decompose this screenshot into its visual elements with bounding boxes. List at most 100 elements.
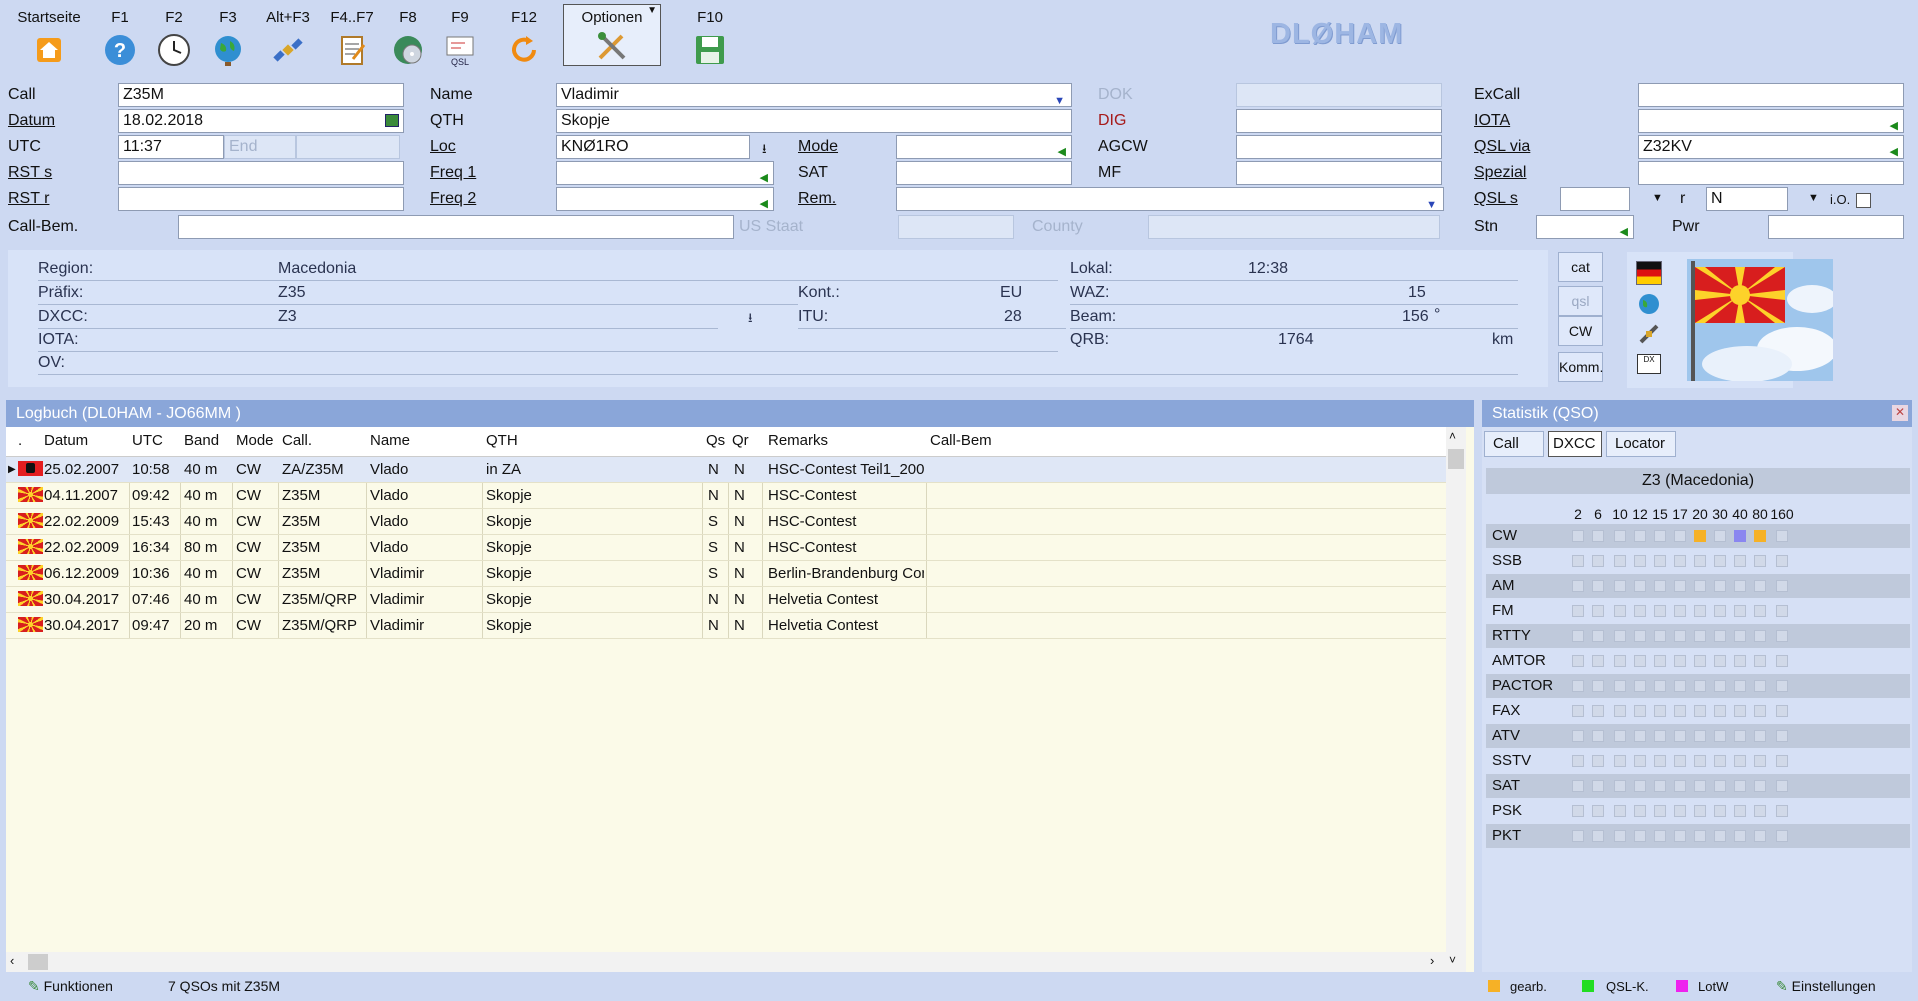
col-header-utc[interactable]: UTC: [132, 427, 163, 455]
band-status-cell[interactable]: [1754, 805, 1766, 817]
dx-cluster-icon[interactable]: DX: [1637, 354, 1661, 374]
band-status-cell[interactable]: [1654, 605, 1666, 617]
scroll-down-icon[interactable]: ˅: [1449, 953, 1456, 967]
toolbar-f4f7-button[interactable]: F4..F7: [326, 0, 378, 72]
band-status-cell[interactable]: [1694, 605, 1706, 617]
band-status-cell[interactable]: [1694, 755, 1706, 767]
funktionen-button[interactable]: ✎ Funktionen: [28, 973, 113, 999]
band-status-cell[interactable]: [1694, 630, 1706, 642]
band-status-cell[interactable]: [1592, 830, 1604, 842]
band-status-cell[interactable]: [1674, 830, 1686, 842]
band-status-cell[interactable]: [1592, 730, 1604, 742]
band-status-cell[interactable]: [1734, 655, 1746, 667]
band-status-cell[interactable]: [1714, 580, 1726, 592]
band-status-cell[interactable]: [1572, 705, 1584, 717]
band-status-cell[interactable]: [1634, 705, 1646, 717]
tab-locator[interactable]: Locator: [1606, 431, 1676, 457]
band-status-cell[interactable]: [1734, 730, 1746, 742]
band-status-cell[interactable]: [1614, 730, 1626, 742]
col-header-qr[interactable]: Qr: [732, 427, 749, 455]
band-status-cell[interactable]: [1734, 705, 1746, 717]
band-status-cell[interactable]: [1776, 555, 1788, 567]
band-status-cell[interactable]: [1572, 805, 1584, 817]
stn-field[interactable]: ◀: [1536, 215, 1634, 239]
band-status-cell[interactable]: [1776, 530, 1788, 542]
band-status-cell[interactable]: [1776, 605, 1788, 617]
band-status-cell[interactable]: [1634, 630, 1646, 642]
band-status-cell[interactable]: [1734, 580, 1746, 592]
band-status-cell[interactable]: [1754, 605, 1766, 617]
col-header-band[interactable]: Band: [184, 427, 219, 455]
band-status-cell[interactable]: [1776, 580, 1788, 592]
german-flag-icon[interactable]: [1636, 261, 1662, 285]
band-status-cell[interactable]: [1654, 755, 1666, 767]
band-status-cell[interactable]: [1674, 780, 1686, 792]
band-status-cell[interactable]: [1776, 780, 1788, 792]
band-status-cell[interactable]: [1614, 655, 1626, 667]
einstellungen-button[interactable]: ✎ Einstellungen: [1776, 973, 1876, 999]
horizontal-scrollbar[interactable]: ‹ ›: [6, 952, 1446, 972]
freq1-field[interactable]: ◀: [556, 161, 774, 185]
band-status-cell[interactable]: [1592, 530, 1604, 542]
band-status-cell[interactable]: [1734, 530, 1746, 542]
arrow-left-icon[interactable]: ◀: [1058, 141, 1066, 158]
toolbar-f1-button[interactable]: F1 ?: [100, 0, 140, 72]
rem-field[interactable]: ▼: [896, 187, 1444, 211]
band-status-cell[interactable]: [1614, 830, 1626, 842]
datum-field[interactable]: 18.02.2018: [118, 109, 404, 133]
table-row[interactable]: 04.11.2007 09:42 40 m CW Z35M Vlado Skopje N N HS…: [6, 483, 1446, 509]
band-status-cell[interactable]: [1734, 605, 1746, 617]
band-status-cell[interactable]: [1734, 555, 1746, 567]
band-status-cell[interactable]: [1592, 630, 1604, 642]
toolbar-optionen-button[interactable]: Optionen ▼: [563, 4, 661, 66]
band-status-cell[interactable]: [1734, 630, 1746, 642]
arrow-left-icon[interactable]: ◀: [760, 167, 768, 184]
col-header[interactable]: .: [18, 427, 22, 455]
band-status-cell[interactable]: [1714, 605, 1726, 617]
band-status-cell[interactable]: [1572, 755, 1584, 767]
dig-field[interactable]: [1236, 109, 1442, 133]
col-header-mode[interactable]: Mode: [236, 427, 274, 455]
band-status-cell[interactable]: [1694, 555, 1706, 567]
band-status-cell[interactable]: [1714, 555, 1726, 567]
band-status-cell[interactable]: [1654, 830, 1666, 842]
band-status-cell[interactable]: [1694, 530, 1706, 542]
toolbar-startseite-button[interactable]: Startseite: [12, 0, 86, 72]
band-status-cell[interactable]: [1654, 630, 1666, 642]
band-status-cell[interactable]: [1614, 755, 1626, 767]
table-row[interactable]: 30.04.2017 09:47 20 m CW Z35M/QRP Vladimir Sko…: [6, 613, 1446, 639]
agcw-field[interactable]: [1236, 135, 1442, 159]
toolbar-f12-button[interactable]: F12: [502, 0, 546, 72]
scroll-up-icon[interactable]: ˄: [1449, 429, 1456, 443]
band-status-cell[interactable]: [1674, 655, 1686, 667]
band-status-cell[interactable]: [1634, 680, 1646, 692]
satellite-icon[interactable]: [1637, 322, 1661, 346]
col-header-callbem[interactable]: Call-Bem: [930, 427, 992, 455]
band-status-cell[interactable]: [1694, 655, 1706, 667]
band-status-cell[interactable]: [1694, 780, 1706, 792]
band-status-cell[interactable]: [1654, 730, 1666, 742]
loc-field[interactable]: KNØ1RO: [556, 135, 750, 159]
band-status-cell[interactable]: [1776, 755, 1788, 767]
rsts-field[interactable]: [118, 161, 404, 185]
komm-button[interactable]: Komm.: [1558, 352, 1603, 382]
band-status-cell[interactable]: [1754, 780, 1766, 792]
band-status-cell[interactable]: [1776, 830, 1788, 842]
iota-field[interactable]: ◀: [1638, 109, 1904, 133]
calendar-icon[interactable]: [385, 114, 399, 127]
table-row[interactable]: 22.02.2009 16:34 80 m CW Z35M Vlado Skopje S N HS…: [6, 535, 1446, 561]
band-status-cell[interactable]: [1654, 680, 1666, 692]
band-status-cell[interactable]: [1674, 530, 1686, 542]
band-status-cell[interactable]: [1734, 805, 1746, 817]
band-status-cell[interactable]: [1572, 555, 1584, 567]
col-header-call[interactable]: Call.: [282, 427, 312, 455]
tab-call[interactable]: Call: [1484, 431, 1544, 457]
band-status-cell[interactable]: [1634, 580, 1646, 592]
band-status-cell[interactable]: [1654, 555, 1666, 567]
qslr-field[interactable]: N: [1706, 187, 1788, 211]
band-status-cell[interactable]: [1572, 630, 1584, 642]
scroll-right-icon[interactable]: ›: [1430, 953, 1434, 968]
table-row[interactable]: 06.12.2009 10:36 40 m CW Z35M Vladimir Skopje S…: [6, 561, 1446, 587]
band-status-cell[interactable]: [1754, 655, 1766, 667]
table-row[interactable]: 30.04.2017 07:46 40 m CW Z35M/QRP Vladimir Sko…: [6, 587, 1446, 613]
